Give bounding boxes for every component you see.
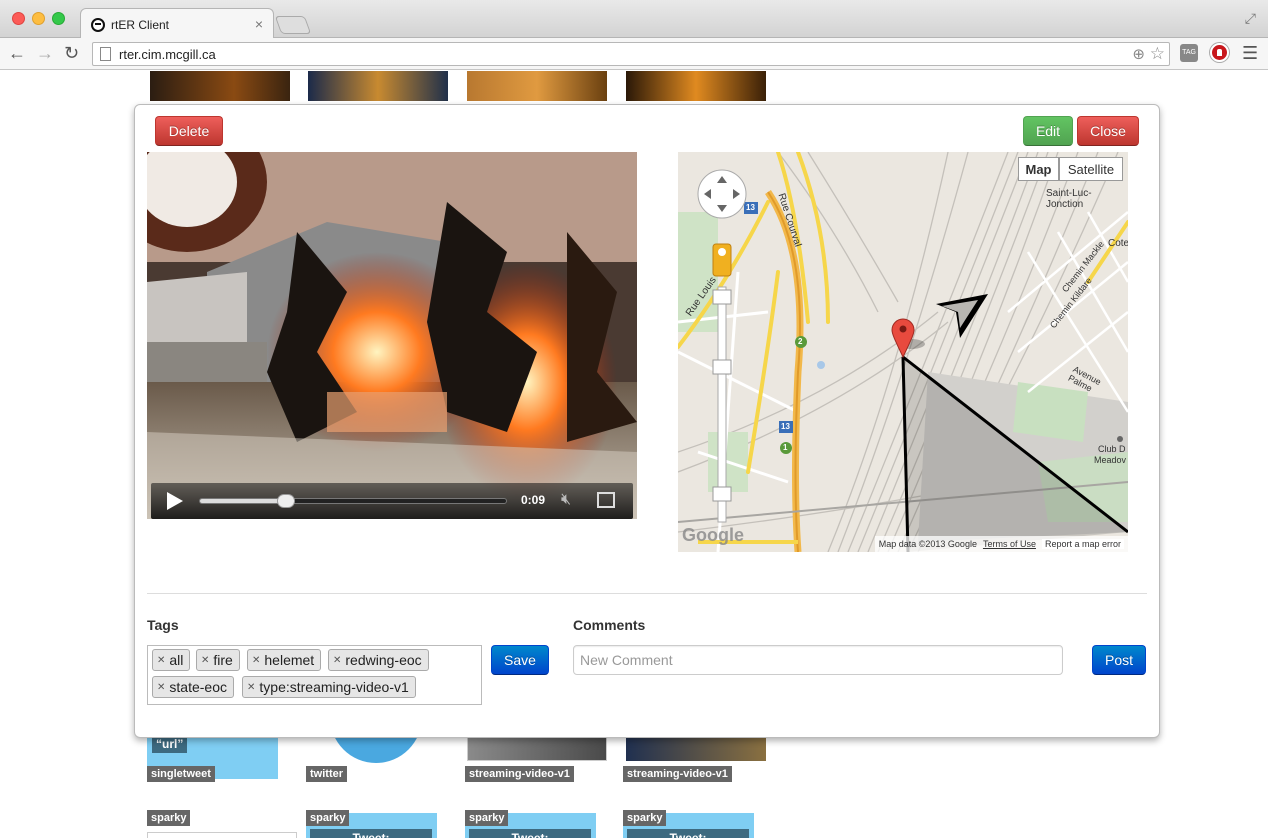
tile-label: sparky [623, 810, 667, 826]
location-target-icon[interactable]: ⊕ [1132, 45, 1145, 63]
menu-icon[interactable]: ☰ [1242, 43, 1258, 64]
tag-label: redwing-eoc [345, 652, 422, 668]
thumbnail[interactable] [626, 71, 766, 101]
post-comment-button[interactable]: Post [1092, 645, 1146, 675]
zoom-window-button[interactable] [52, 12, 65, 25]
tag-chip[interactable]: ✕ helemet [247, 649, 322, 671]
reload-icon[interactable]: ↻ [64, 43, 79, 64]
video-frame [147, 152, 637, 519]
map-label-place: Club D [1098, 444, 1126, 454]
tweet-text: Tweet: [310, 829, 432, 838]
comments-heading: Comments [573, 617, 646, 633]
tab-title: rtER Client [111, 18, 170, 32]
tile-label: singletweet [147, 766, 215, 782]
map-data-attribution: Map data ©2013 Google [878, 539, 977, 549]
tag-label: state-eoc [169, 679, 227, 695]
tile-label: sparky [147, 810, 191, 826]
browser-tab[interactable]: rtER Client × [80, 8, 274, 39]
report-map-error-link[interactable]: Report a map error [1041, 539, 1124, 549]
volume-muted-icon[interactable]: 🔇︎ [561, 491, 571, 509]
seek-handle[interactable] [276, 494, 295, 508]
terms-of-use-link[interactable]: Terms of Use [983, 539, 1036, 549]
page-icon [100, 47, 111, 61]
tab-close-icon[interactable]: × [255, 16, 263, 32]
map-type-map-button[interactable]: Map [1018, 157, 1059, 181]
tag-chip[interactable]: ✕ all [152, 649, 191, 671]
map-type-satellite-button[interactable]: Satellite [1059, 157, 1123, 181]
route-shield-label: 13 [746, 203, 755, 212]
tag-label: fire [213, 652, 233, 668]
remove-tag-icon[interactable]: ✕ [252, 655, 260, 666]
minimize-window-button[interactable] [32, 12, 45, 25]
edit-button[interactable]: Edit [1023, 116, 1073, 146]
tweet-text: Tweet: [627, 829, 749, 838]
remove-tag-icon[interactable]: ✕ [157, 682, 165, 693]
save-tags-button[interactable]: Save [491, 645, 549, 675]
thumbnail[interactable] [626, 737, 766, 761]
play-icon[interactable] [167, 492, 183, 510]
tag-chip[interactable]: ✕ fire [196, 649, 240, 671]
tags-input[interactable]: ✕ all ✕ fire ✕ helemet ✕ redwing-eoc ✕ state-… [147, 645, 482, 705]
video-time: 0:09 [521, 493, 546, 507]
route-shield-label: 1 [783, 443, 788, 452]
rter-favicon-icon [91, 18, 105, 32]
remove-tag-icon[interactable]: ✕ [157, 655, 165, 666]
map-label-place: Meadov [1094, 455, 1127, 465]
route-shield-label: 2 [798, 337, 803, 346]
seek-progress [200, 499, 286, 503]
map-footer: Map data ©2013 Google Terms of Use Repor… [874, 536, 1128, 552]
divider [147, 593, 1147, 594]
close-button[interactable]: Close [1077, 116, 1139, 146]
browser-toolbar: ← → ↻ rter.cim.mcgill.ca ⊕ ☆ TAG ☰ [0, 38, 1268, 70]
tile-label: sparky [465, 810, 509, 826]
bookmark-star-icon[interactable]: ☆ [1150, 44, 1165, 64]
adblock-extension-icon[interactable] [1210, 43, 1229, 62]
url-text: rter.cim.mcgill.ca [119, 47, 216, 62]
remove-tag-icon[interactable]: ✕ [333, 655, 341, 666]
map-canvas [678, 152, 1128, 552]
map-label-place: Cote [1108, 238, 1128, 249]
tweet-text: Tweet: [469, 829, 591, 838]
new-comment-input[interactable] [573, 645, 1063, 675]
tag-extension-icon[interactable]: TAG [1180, 44, 1198, 62]
close-window-button[interactable] [12, 12, 25, 25]
new-tab-button[interactable] [274, 16, 312, 34]
map-label-place: Saint-Luc-Jonction [1046, 188, 1092, 210]
browser-titlebar: rtER Client × ⤢ [0, 0, 1268, 39]
video-fullscreen-icon[interactable] [597, 492, 615, 508]
video-seek-bar[interactable] [199, 494, 507, 508]
tag-chip[interactable]: ✕ redwing-eoc [328, 649, 429, 671]
location-map[interactable]: Saint-Luc-Jonction Cote Rue Courval Rue … [678, 152, 1128, 552]
tags-heading: Tags [147, 617, 179, 633]
thumbnail[interactable] [467, 71, 607, 101]
tag-label: all [169, 652, 184, 668]
item-detail-modal: Delete Edit Close 0:09 🔇︎ Saint-Luc-Jonc… [134, 104, 1160, 738]
video-player[interactable]: 0:09 🔇︎ [147, 152, 637, 519]
tag-label: helemet [264, 652, 315, 668]
tag-label: type:streaming-video-v1 [259, 679, 409, 695]
thumbnail[interactable] [150, 71, 290, 101]
tile-label: streaming-video-v1 [623, 766, 732, 782]
thumbnail[interactable] [467, 737, 607, 761]
tag-chip[interactable]: ✕ type:streaming-video-v1 [242, 676, 416, 698]
tile-box [147, 832, 297, 838]
forward-icon[interactable]: → [36, 43, 54, 64]
fullscreen-icon[interactable]: ⤢ [1245, 10, 1256, 27]
google-logo: Google [682, 525, 744, 545]
tile-label: streaming-video-v1 [465, 766, 574, 782]
video-controls: 0:09 🔇︎ [151, 483, 633, 519]
back-icon[interactable]: ← [8, 43, 26, 64]
tag-chip[interactable]: ✕ state-eoc [152, 676, 234, 698]
delete-button[interactable]: Delete [155, 116, 223, 146]
route-shield-label: 13 [781, 422, 790, 431]
address-bar[interactable]: rter.cim.mcgill.ca ⊕ ☆ [92, 42, 1170, 66]
remove-tag-icon[interactable]: ✕ [247, 682, 255, 693]
remove-tag-icon[interactable]: ✕ [201, 655, 209, 666]
tile-label: sparky [306, 810, 350, 826]
tile-label: twitter [306, 766, 347, 782]
thumbnail[interactable] [308, 71, 448, 101]
